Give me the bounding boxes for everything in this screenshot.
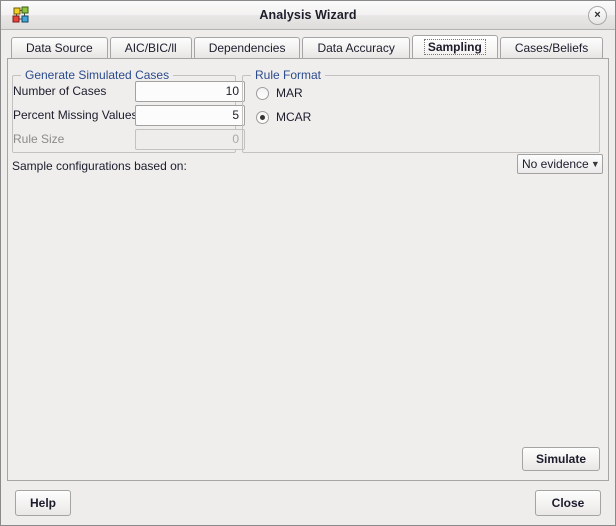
help-button-label: Help	[29, 496, 56, 510]
tab-dependencies[interactable]: Dependencies	[193, 37, 301, 58]
sample-configurations-label: Sample configurations based on:	[12, 159, 187, 173]
tab-aic-bic-ll[interactable]: AIC/BIC/ll	[109, 37, 192, 58]
tab-label: Data Accuracy	[317, 41, 395, 55]
tab-data-accuracy[interactable]: Data Accuracy	[302, 37, 410, 58]
network-graph-icon	[12, 6, 32, 25]
tab-label: Data Source	[26, 41, 93, 55]
rule-size-label: Rule Size	[13, 132, 65, 146]
percent-missing-values-label: Percent Missing Values	[13, 108, 138, 122]
dropdown-selected-value: No evidence	[522, 157, 589, 171]
tab-cases-beliefs[interactable]: Cases/Beliefs	[499, 37, 604, 58]
tab-label: Dependencies	[208, 41, 286, 55]
rule-size-input	[135, 128, 245, 150]
radio-label: MAR	[276, 86, 303, 100]
simulate-button[interactable]: Simulate	[522, 447, 600, 471]
percent-missing-values-row: Percent Missing Values	[13, 104, 245, 126]
analysis-wizard-window: Analysis Wizard × Data Source AIC/BIC/ll…	[0, 0, 616, 526]
radio-label: MCAR	[276, 110, 312, 124]
chevron-down-icon: ▼	[590, 159, 600, 169]
simulate-button-label: Simulate	[535, 452, 586, 466]
close-button[interactable]: Close	[535, 490, 601, 516]
rule-size-row: Rule Size	[13, 128, 245, 150]
radio-option-mcar[interactable]: MCAR	[256, 110, 311, 124]
close-glyph: ×	[594, 8, 601, 21]
tab-label: Sampling	[423, 39, 486, 55]
tab-data-source[interactable]: Data Source	[11, 37, 108, 58]
radio-icon-mar	[256, 86, 269, 100]
page-title: Analysis Wizard	[259, 8, 357, 22]
tab-sampling[interactable]: Sampling	[411, 35, 498, 58]
radio-icon-mcar	[256, 110, 269, 124]
help-button[interactable]: Help	[15, 490, 71, 516]
close-button-label: Close	[551, 496, 585, 510]
radio-option-mar[interactable]: MAR	[256, 86, 303, 100]
tab-label: AIC/BIC/ll	[124, 41, 177, 55]
tab-label: Cases/Beliefs	[514, 41, 589, 55]
number-of-cases-label: Number of Cases	[13, 84, 107, 98]
tab-bar: Data Source AIC/BIC/ll Dependencies Data…	[1, 35, 615, 58]
number-of-cases-row: Number of Cases	[13, 80, 245, 102]
sampling-panel: Generate Simulated Cases Number of Cases…	[7, 58, 609, 481]
window-close-icon[interactable]: ×	[588, 6, 607, 25]
title-bar: Analysis Wizard ×	[1, 1, 615, 30]
percent-missing-values-input[interactable]	[135, 104, 245, 126]
group-title: Rule Format	[251, 68, 326, 82]
footer-bar: Help Close	[1, 481, 615, 525]
sample-configurations-dropdown[interactable]: No evidence ▼	[517, 154, 603, 174]
number-of-cases-input[interactable]	[135, 80, 245, 102]
